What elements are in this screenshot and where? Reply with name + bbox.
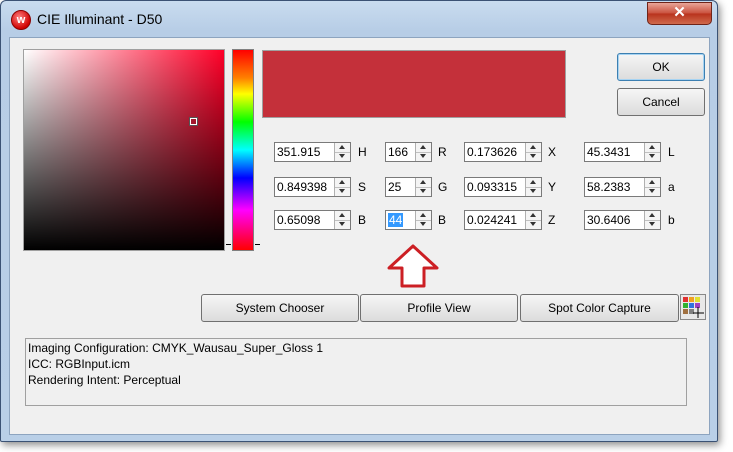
green-label: G	[438, 180, 448, 194]
x-value[interactable]: 0.173626	[467, 145, 517, 159]
hue-value[interactable]: 351.915	[277, 145, 320, 159]
saturation-value[interactable]: 0.849398	[277, 180, 327, 194]
blue-down-arrow-icon[interactable]	[416, 220, 431, 229]
ok-button[interactable]: OK	[617, 53, 705, 81]
color-preview-swatch	[262, 50, 566, 118]
configuration-info-panel: Imaging Configuration: CMYK_Wausau_Super…	[25, 338, 687, 406]
a-channel-spinbox[interactable]: 58.2383	[584, 177, 661, 197]
y-value[interactable]: 0.093315	[467, 180, 517, 194]
brightness-value[interactable]: 0.65098	[277, 213, 320, 227]
z-value[interactable]: 0.024241	[467, 213, 517, 227]
icc-profile-text: ICC: RGBInput.icm	[28, 357, 131, 371]
blue-label: B	[438, 213, 447, 227]
profile-view-button[interactable]: Profile View	[360, 294, 518, 322]
color-palette-icon	[683, 297, 704, 318]
b-channel-spinbox[interactable]: 30.6406	[584, 210, 661, 230]
x-down-arrow-icon[interactable]	[526, 152, 541, 161]
green-value[interactable]: 25	[388, 180, 401, 194]
title-bar[interactable]: w CIE Illuminant - D50 ✕	[1, 1, 717, 37]
hue-slider[interactable]	[232, 49, 254, 251]
lightness-value[interactable]: 45.3431	[587, 145, 630, 159]
red-value[interactable]: 166	[388, 145, 408, 159]
close-button[interactable]: ✕	[647, 2, 712, 25]
red-spinbox[interactable]: 166	[385, 142, 432, 162]
imaging-configuration-text: Imaging Configuration: CMYK_Wausau_Super…	[28, 341, 324, 355]
a-channel-label: a	[668, 180, 675, 194]
z-spinbox[interactable]: 0.024241	[464, 210, 542, 230]
rendering-intent-text: Rendering Intent: Perceptual	[28, 373, 181, 387]
x-spinbox[interactable]: 0.173626	[464, 142, 542, 162]
x-label: X	[548, 145, 557, 159]
red-up-arrow-icon	[387, 244, 439, 288]
saturation-down-arrow-icon[interactable]	[335, 187, 350, 196]
brightness-spinbox[interactable]: 0.65098	[274, 210, 351, 230]
y-label: Y	[548, 180, 557, 194]
lightness-down-arrow-icon[interactable]	[645, 152, 660, 161]
z-down-arrow-icon[interactable]	[526, 220, 541, 229]
hue-slider-marker-left	[226, 244, 231, 245]
hue-down-arrow-icon[interactable]	[335, 152, 350, 161]
green-down-arrow-icon[interactable]	[416, 187, 431, 196]
red-label: R	[438, 145, 447, 159]
a-channel-down-arrow-icon[interactable]	[645, 187, 660, 196]
window-title: CIE Illuminant - D50	[37, 11, 163, 27]
system-chooser-button[interactable]: System Chooser	[201, 294, 359, 322]
blue-value[interactable]: 44	[388, 213, 404, 227]
hue-label: H	[358, 145, 367, 159]
lightness-spinbox[interactable]: 45.3431	[584, 142, 661, 162]
green-spinbox[interactable]: 25	[385, 177, 432, 197]
spot-color-capture-button[interactable]: Spot Color Capture	[520, 294, 679, 322]
color-picker-cursor[interactable]	[189, 117, 198, 126]
z-label: Z	[548, 213, 556, 227]
b-channel-down-arrow-icon[interactable]	[645, 220, 660, 229]
y-spinbox[interactable]: 0.093315	[464, 177, 542, 197]
blue-spinbox[interactable]: 44	[385, 210, 432, 230]
color-palette-button[interactable]	[680, 294, 706, 320]
hue-spinbox[interactable]: 351.915	[274, 142, 351, 162]
red-down-arrow-icon[interactable]	[416, 152, 431, 161]
hue-slider-marker-right	[255, 244, 260, 245]
b-channel-value[interactable]: 30.6406	[587, 213, 630, 227]
brightness-down-arrow-icon[interactable]	[335, 220, 350, 229]
brightness-label: B	[358, 213, 367, 227]
dialog-window: w CIE Illuminant - D50 ✕ OK Cancel 351.9…	[0, 0, 718, 442]
dialog-body: OK Cancel 351.915 H 0.849398 S 0.65098 B…	[9, 37, 710, 435]
saturation-brightness-picker[interactable]	[23, 49, 225, 251]
cancel-button[interactable]: Cancel	[617, 88, 705, 116]
app-logo-icon: w	[11, 10, 31, 30]
lightness-label: L	[668, 145, 675, 159]
saturation-spinbox[interactable]: 0.849398	[274, 177, 351, 197]
a-channel-value[interactable]: 58.2383	[587, 180, 630, 194]
b-channel-label: b	[668, 213, 675, 227]
saturation-label: S	[358, 180, 367, 194]
y-down-arrow-icon[interactable]	[526, 187, 541, 196]
